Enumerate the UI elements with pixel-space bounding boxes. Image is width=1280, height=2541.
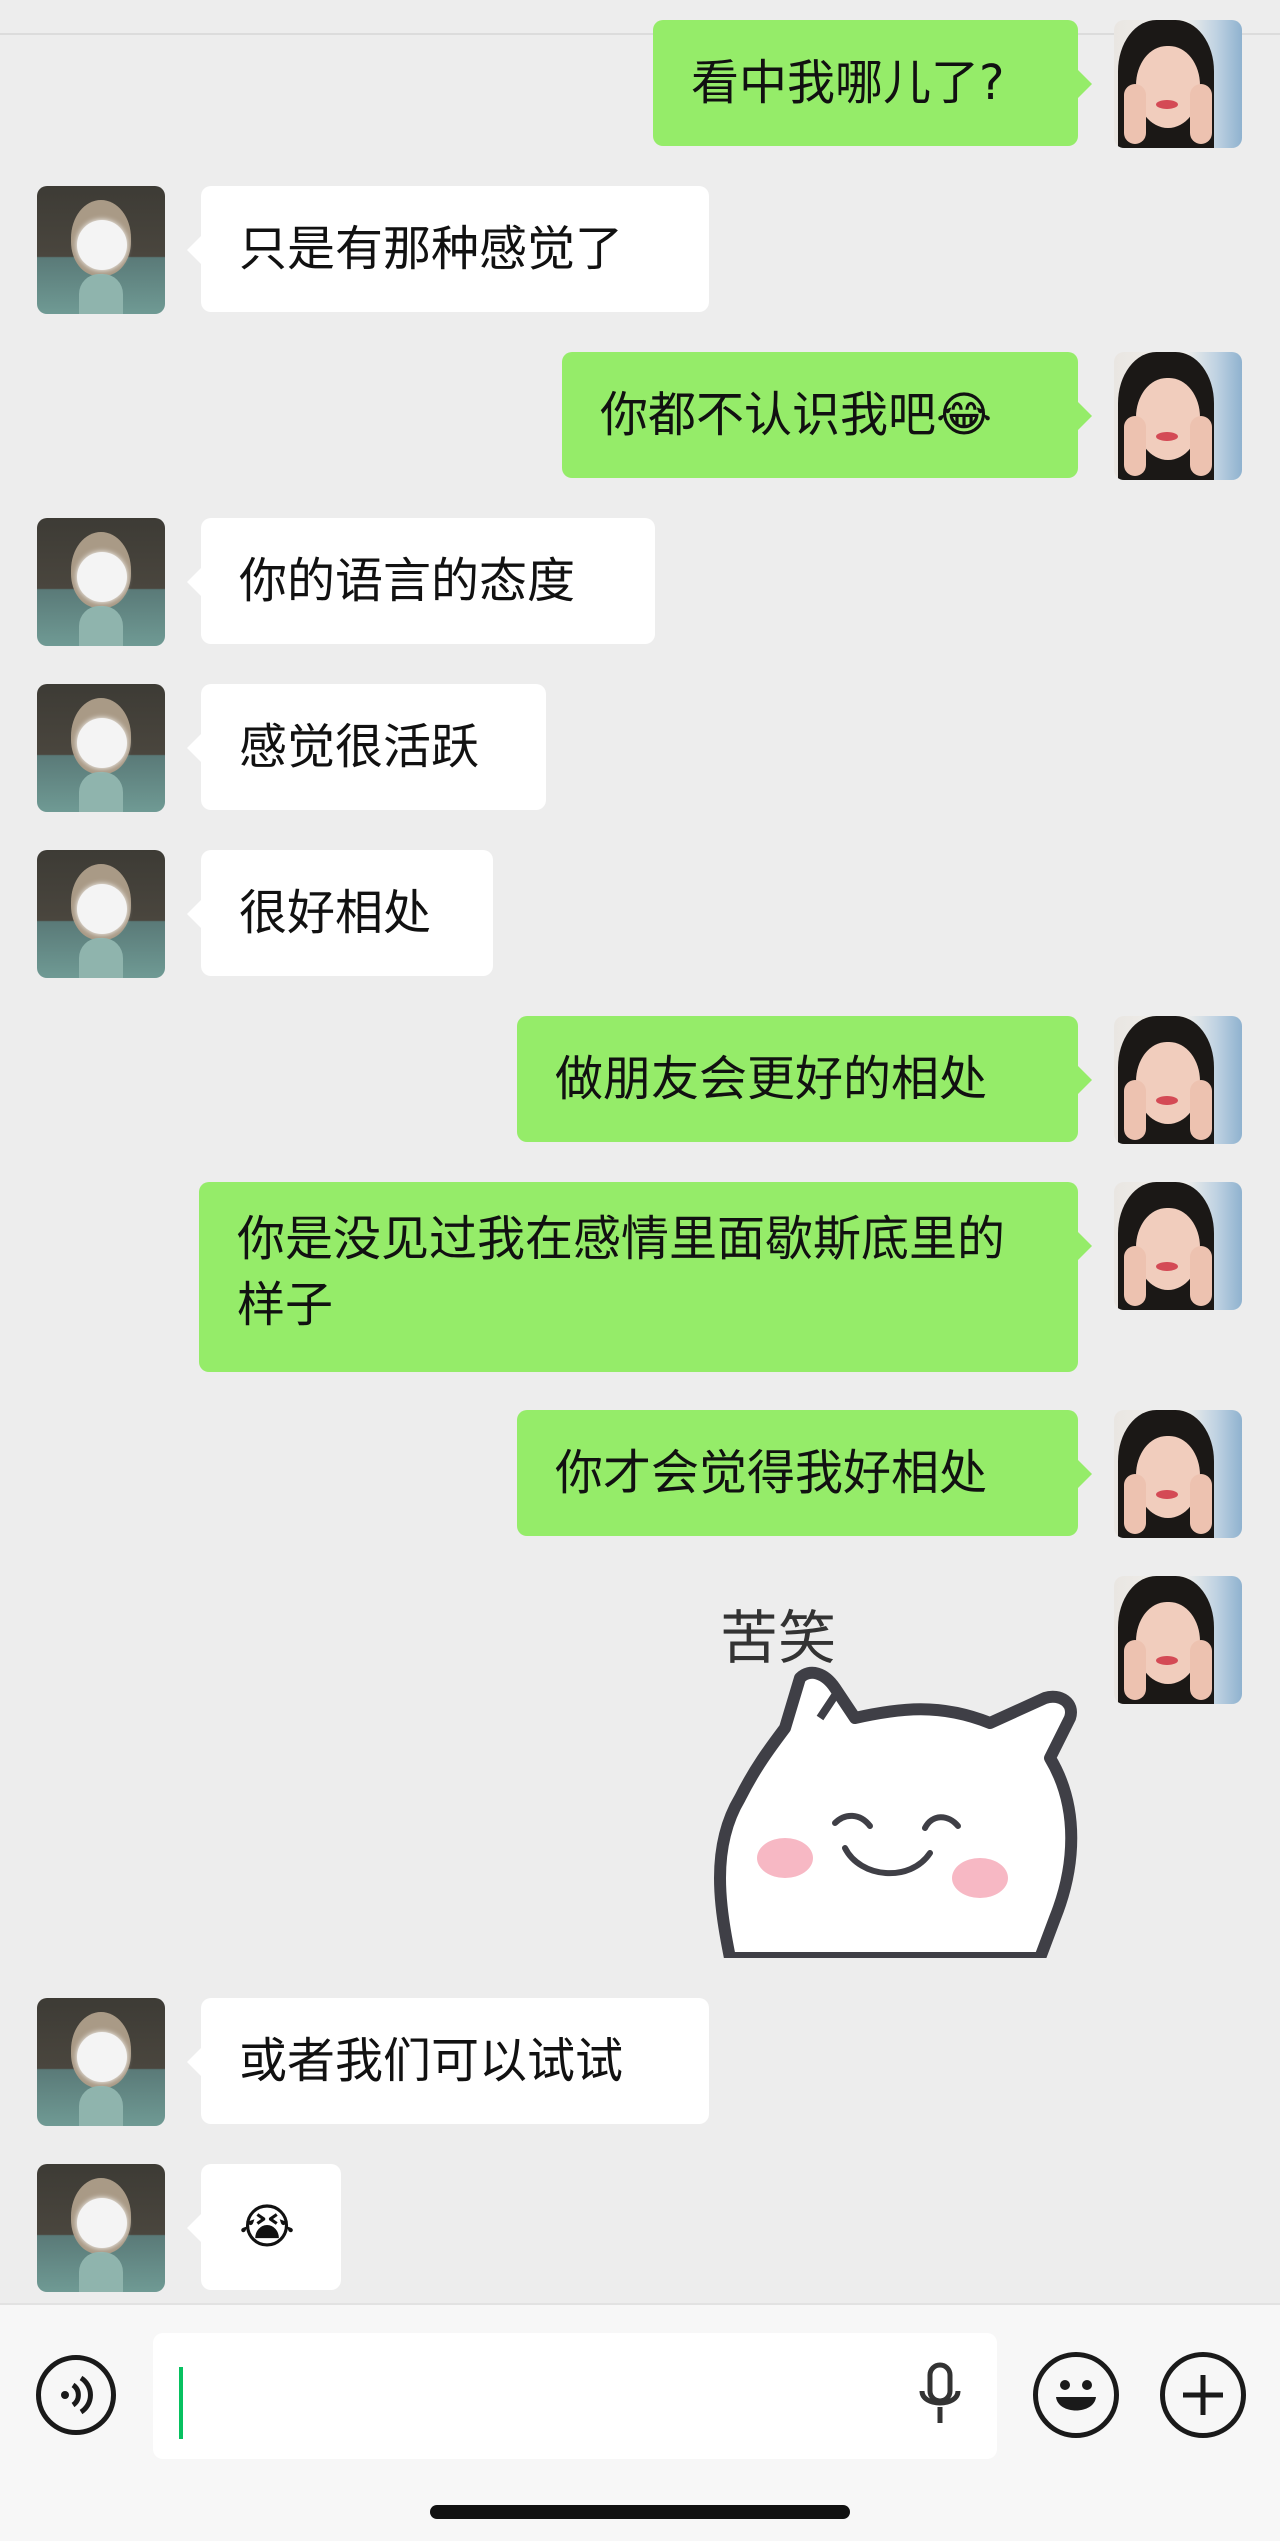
contact-avatar[interactable]	[37, 1998, 165, 2126]
message-bubble[interactable]: 看中我哪儿了?	[653, 20, 1092, 146]
chat-screen: 看中我哪儿了? 只是有那种感觉了 你都不认识我吧😂 你的语言的态度 感觉很活跃 …	[0, 0, 1280, 2541]
contact-avatar[interactable]	[37, 2164, 165, 2292]
my-avatar[interactable]	[1114, 1410, 1242, 1538]
my-avatar[interactable]	[1114, 1182, 1242, 1310]
smiling-cat-sticker[interactable]: 苦笑	[700, 1578, 1100, 1964]
top-divider	[0, 33, 1280, 35]
voice-toggle-icon	[61, 2375, 93, 2415]
contact-avatar[interactable]	[37, 518, 165, 646]
message-input[interactable]	[153, 2333, 997, 2459]
plus-icon	[1183, 2375, 1223, 2415]
contact-avatar[interactable]	[37, 850, 165, 978]
message-bubble[interactable]: 你才会觉得我好相处	[517, 1410, 1092, 1536]
message-bubble[interactable]: 感觉很活跃	[187, 684, 546, 810]
message-bubble[interactable]: 😭	[187, 2164, 341, 2290]
message-bubble[interactable]: 你是没见过我在感情里面歇斯底里的样子	[199, 1182, 1092, 1372]
my-avatar[interactable]	[1114, 1016, 1242, 1144]
emoji-button[interactable]	[1033, 2352, 1119, 2438]
home-indicator[interactable]	[430, 2505, 850, 2519]
message-bubble[interactable]: 很好相处	[187, 850, 493, 976]
message-bubble[interactable]: 你都不认识我吧😂	[562, 352, 1092, 478]
microphone-icon[interactable]	[915, 2361, 965, 2431]
chat-input-bar	[0, 2303, 1280, 2541]
voice-toggle-button[interactable]	[36, 2355, 116, 2435]
message-bubble[interactable]: 做朋友会更好的相处	[517, 1016, 1092, 1142]
message-bubble[interactable]: 或者我们可以试试	[187, 1998, 709, 2124]
plus-button[interactable]	[1160, 2352, 1246, 2438]
message-bubble[interactable]: 只是有那种感觉了	[187, 186, 709, 312]
contact-avatar[interactable]	[37, 186, 165, 314]
my-avatar[interactable]	[1114, 352, 1242, 480]
text-caret	[179, 2367, 183, 2439]
cat-sticker-graphic: 苦笑	[714, 1604, 1078, 1964]
my-avatar[interactable]	[1114, 1576, 1242, 1704]
my-avatar[interactable]	[1114, 20, 1242, 148]
emoji-icon	[1056, 2380, 1096, 2411]
message-bubble[interactable]: 你的语言的态度	[187, 518, 655, 644]
contact-avatar[interactable]	[37, 684, 165, 812]
sticker-caption: 苦笑	[720, 1604, 836, 1672]
